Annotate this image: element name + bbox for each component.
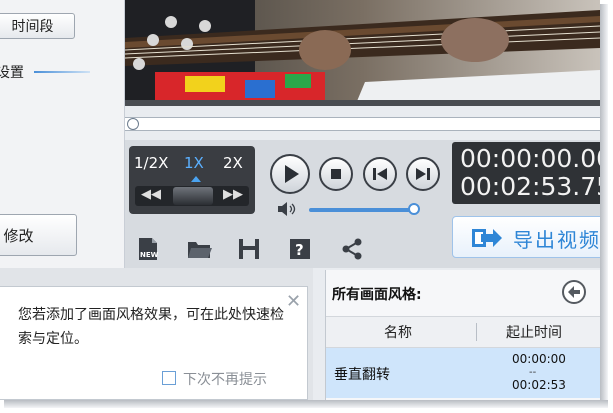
tip-popup: ✕ 您若添加了画面风格效果，可在此处快速检索与定位。 下次不再提示 <box>0 286 308 400</box>
speed-normal-option[interactable]: 1X <box>184 154 204 172</box>
left-panel: 时间段 设置 修改 <box>0 0 125 268</box>
back-arrow-icon <box>568 286 580 298</box>
progress-handle[interactable] <box>127 118 139 130</box>
play-icon <box>285 165 299 183</box>
export-video-button[interactable]: 导出视频 <box>452 216 600 258</box>
play-button[interactable] <box>270 154 310 194</box>
playback-progress-bar[interactable] <box>125 117 600 131</box>
style-end-time: 00:02:53 <box>512 378 566 392</box>
settings-label: 设置 <box>0 65 24 81</box>
save-icon[interactable] <box>236 236 262 262</box>
settings-divider <box>34 71 90 73</box>
window-shadow-right <box>600 4 608 404</box>
window-shadow-bottom <box>4 400 608 408</box>
table-row[interactable]: 垂直翻转 00:00:00 -- 00:02:53 <box>326 348 600 398</box>
speed-half-option[interactable]: 1/2X <box>134 154 168 172</box>
speed-indicator-icon <box>191 176 201 182</box>
video-preview <box>125 0 600 106</box>
dont-show-again-label[interactable]: 下次不再提示 <box>183 369 267 389</box>
time-display: 00:00:00.00 00:02:53.75 <box>452 142 600 204</box>
volume-icon[interactable] <box>277 201 299 217</box>
column-time-header[interactable]: 起止时间 <box>506 322 562 342</box>
previous-frame-icon <box>373 168 387 180</box>
time-segment-button[interactable]: 时间段 <box>0 13 75 39</box>
app-window: 时间段 设置 修改 1/2X 1X 2X ◀◀ ▶▶ 00:00:00.00 0… <box>0 0 600 400</box>
style-start-time: 00:00:00 <box>512 352 566 366</box>
next-frame-button[interactable] <box>406 157 440 191</box>
style-time-separator: -- <box>529 367 537 378</box>
total-time: 00:02:53.75 <box>460 172 600 201</box>
tip-close-icon[interactable]: ✕ <box>286 291 301 312</box>
export-icon <box>472 229 502 247</box>
styles-panel: 所有画面风格: 名称 起止时间 垂直翻转 00:00:00 -- 00:02:5… <box>325 270 600 400</box>
styles-table-header: 名称 起止时间 <box>326 316 600 348</box>
slower-arrow-icon[interactable]: ◀◀ <box>141 187 161 202</box>
speed-slider[interactable]: ◀◀ ▶▶ <box>135 186 249 206</box>
current-time: 00:00:00.00 <box>460 144 600 173</box>
svg-text:?: ? <box>295 241 304 259</box>
speed-control: 1/2X 1X 2X ◀◀ ▶▶ <box>129 146 255 214</box>
export-video-label: 导出视频 <box>513 228 600 252</box>
volume-slider[interactable] <box>309 208 414 212</box>
modify-button[interactable]: 修改 <box>0 214 77 256</box>
stop-icon <box>331 169 341 179</box>
column-name-header[interactable]: 名称 <box>384 322 412 342</box>
column-separator[interactable] <box>476 323 477 341</box>
next-frame-icon <box>416 168 430 180</box>
speed-double-option[interactable]: 2X <box>223 154 243 172</box>
style-name: 垂直翻转 <box>334 367 390 383</box>
open-folder-icon[interactable] <box>186 236 212 262</box>
video-frame <box>125 0 600 106</box>
tip-message: 您若添加了画面风格效果，可在此处快速检索与定位。 <box>18 307 284 347</box>
back-button[interactable] <box>562 280 586 304</box>
dont-show-again-checkbox[interactable] <box>162 371 176 385</box>
faster-arrow-icon[interactable]: ▶▶ <box>223 187 243 202</box>
stop-button[interactable] <box>319 157 353 191</box>
help-icon[interactable]: ? <box>287 236 313 262</box>
new-file-icon[interactable]: NEW <box>135 236 161 262</box>
styles-panel-title: 所有画面风格: <box>332 287 422 303</box>
control-panel: 1/2X 1X 2X ◀◀ ▶▶ 00:00:00.00 00:02:53.75 <box>125 140 600 268</box>
svg-text:NEW: NEW <box>140 251 159 259</box>
share-icon[interactable] <box>339 236 365 262</box>
previous-frame-button[interactable] <box>363 157 397 191</box>
speed-slider-handle[interactable] <box>173 187 213 205</box>
volume-slider-handle[interactable] <box>407 203 420 215</box>
